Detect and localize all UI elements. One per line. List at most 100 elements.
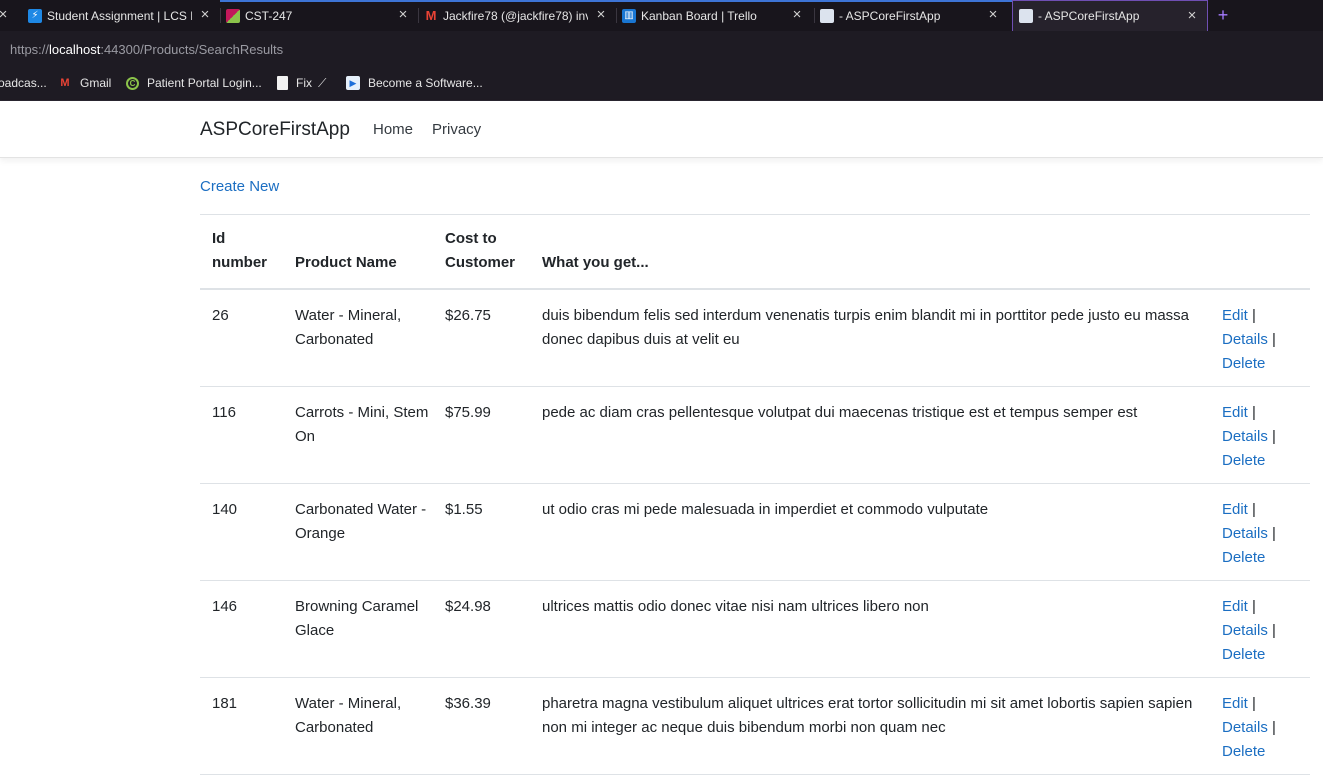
cell-cost: $75.99 [445,404,491,421]
cell-cost: $1.55 [445,501,483,518]
cell-product-name: Browning Caramel Glace [295,598,419,639]
page-icon [820,8,834,23]
close-icon[interactable]: × [396,7,410,22]
table-row: 146 Browning Caramel Glace $24.98 ultric… [200,581,1310,678]
bookmark-label: Gmail [80,76,112,90]
cell-description: ut odio cras mi pede malesuada in imperd… [542,501,989,518]
url-host: localhost [49,42,101,57]
header-cost: Cost to Customer [445,230,516,271]
separator: | [1252,404,1256,421]
bookmark-label: Patient Portal Login... [147,76,262,90]
edit-link[interactable]: Edit [1222,404,1248,421]
delete-link[interactable]: Delete [1222,646,1265,663]
separator: | [1272,622,1276,639]
bookmark-software[interactable]: ▶ Become a Software... [346,75,483,91]
brand-link[interactable]: ASPCoreFirstApp [200,119,350,141]
header-id: Id number [212,230,268,271]
tab-title: Jackfire78 (@jackfire78) inv [443,8,588,23]
close-icon[interactable]: × [0,7,10,22]
delete-link[interactable]: Delete [1222,549,1265,566]
cell-description: ultrices mattis odio donec vitae nisi na… [542,598,929,615]
row-actions: Edit | Details | Delete [1222,692,1302,764]
cell-id: 146 [212,598,238,615]
cst-icon [226,8,240,23]
close-icon[interactable]: × [594,7,608,22]
close-icon[interactable]: × [1185,8,1199,23]
new-tab-button[interactable]: + [1214,5,1232,25]
separator: | [1252,695,1256,712]
delete-link[interactable]: Delete [1222,355,1265,372]
tab-jackfire78[interactable]: M Jackfire78 (@jackfire78) inv × [424,0,614,31]
tab-student-assignment[interactable]: ⚡ Student Assignment | LCS L × [28,0,218,31]
edit-link[interactable]: Edit [1222,598,1248,615]
separator: | [1272,331,1276,348]
table-row: 140 Carbonated Water - Orange $1.55 ut o… [200,484,1310,581]
table-row: 26 Water - Mineral, Carbonated $26.75 du… [200,290,1310,387]
close-icon[interactable]: × [986,7,1000,22]
separator: | [1252,307,1256,324]
trello-icon: ▥ [622,8,636,23]
nav-home-link[interactable]: Home [373,121,413,138]
delete-link[interactable]: Delete [1222,743,1265,760]
address-bar[interactable]: https://localhost:44300/Products/SearchR… [0,31,1323,67]
cell-product-name: Water - Mineral, Carbonated [295,307,402,348]
details-link[interactable]: Details [1222,331,1268,348]
edit-link[interactable]: Edit [1222,695,1248,712]
details-link[interactable]: Details [1222,525,1268,542]
cell-id: 116 [212,404,236,421]
tab-aspcorefirstapp-active[interactable]: - ASPCoreFirstApp × [1012,0,1208,31]
url-prefix: https:// [10,42,50,57]
create-new-link[interactable]: Create New [200,178,279,195]
cell-product-name: Carbonated Water - Orange [295,501,427,542]
lightning-icon: ⚡ [28,8,42,23]
document-icon [277,76,288,90]
tab-title: - ASPCoreFirstApp [1038,9,1140,23]
bookmark-label: oadcas... [0,76,47,90]
edit-link[interactable]: Edit [1222,307,1248,324]
header-description: What you get... [542,254,649,271]
bookmarks-bar: oadcas... M Gmail C Patient Portal Login… [0,67,1323,101]
url-field[interactable]: https://localhost:44300/Products/SearchR… [10,42,283,57]
bookmark-broadcast[interactable]: oadcas... [0,75,47,91]
separator: | [1272,525,1276,542]
edit-link[interactable]: Edit [1222,501,1248,518]
url-path: :44300/Products/SearchResults [100,42,284,57]
row-actions: Edit | Details | Delete [1222,595,1302,667]
bookmark-patient-portal[interactable]: C Patient Portal Login... [126,75,262,91]
row-actions: Edit | Details | Delete [1222,401,1302,473]
close-icon[interactable]: × [790,7,804,22]
tab-cst-247[interactable]: CST-247 × [226,0,416,31]
table-row: 116 Carrots - Mini, Stem On $75.99 pede … [200,387,1310,484]
cell-cost: $36.39 [445,695,491,712]
cell-product-name: Water - Mineral, Carbonated [295,695,402,736]
pencil-icon: ⟋ [318,75,327,90]
play-icon: ▶ [346,76,360,90]
bookmark-fix[interactable]: Fix ⟋ [277,75,326,91]
cell-id: 26 [212,307,229,324]
separator: | [1252,598,1256,615]
tab-kanban-trello[interactable]: ▥ Kanban Board | Trello × [622,0,812,31]
page-icon [1019,9,1033,23]
gmail-icon: M [425,8,437,23]
tab-aspcorefirstapp[interactable]: - ASPCoreFirstApp × [820,0,1010,31]
site-navbar: ASPCoreFirstApp Home Privacy [0,101,1323,158]
details-link[interactable]: Details [1222,719,1268,736]
nav-privacy-link[interactable]: Privacy [432,121,481,138]
cell-id: 181 [212,695,238,712]
cell-description: duis bibendum felis sed interdum venenat… [542,307,1190,348]
header-product-name: Product Name [295,254,397,271]
bookmark-label: Fix [296,76,312,90]
separator: | [1272,428,1276,445]
table-header: Id number Product Name Cost to Customer … [200,215,1310,290]
tab-title: - ASPCoreFirstApp [839,8,941,23]
portal-icon: C [126,76,139,90]
cell-product-name: Carrots - Mini, Stem On [295,404,429,445]
table-row: 181 Water - Mineral, Carbonated $36.39 p… [200,678,1310,775]
close-icon[interactable]: × [198,7,212,22]
delete-link[interactable]: Delete [1222,452,1265,469]
details-link[interactable]: Details [1222,622,1268,639]
gmail-icon: M [60,77,70,89]
details-link[interactable]: Details [1222,428,1268,445]
tab-title: CST-247 [245,8,293,23]
bookmark-gmail[interactable]: M Gmail [58,75,111,91]
